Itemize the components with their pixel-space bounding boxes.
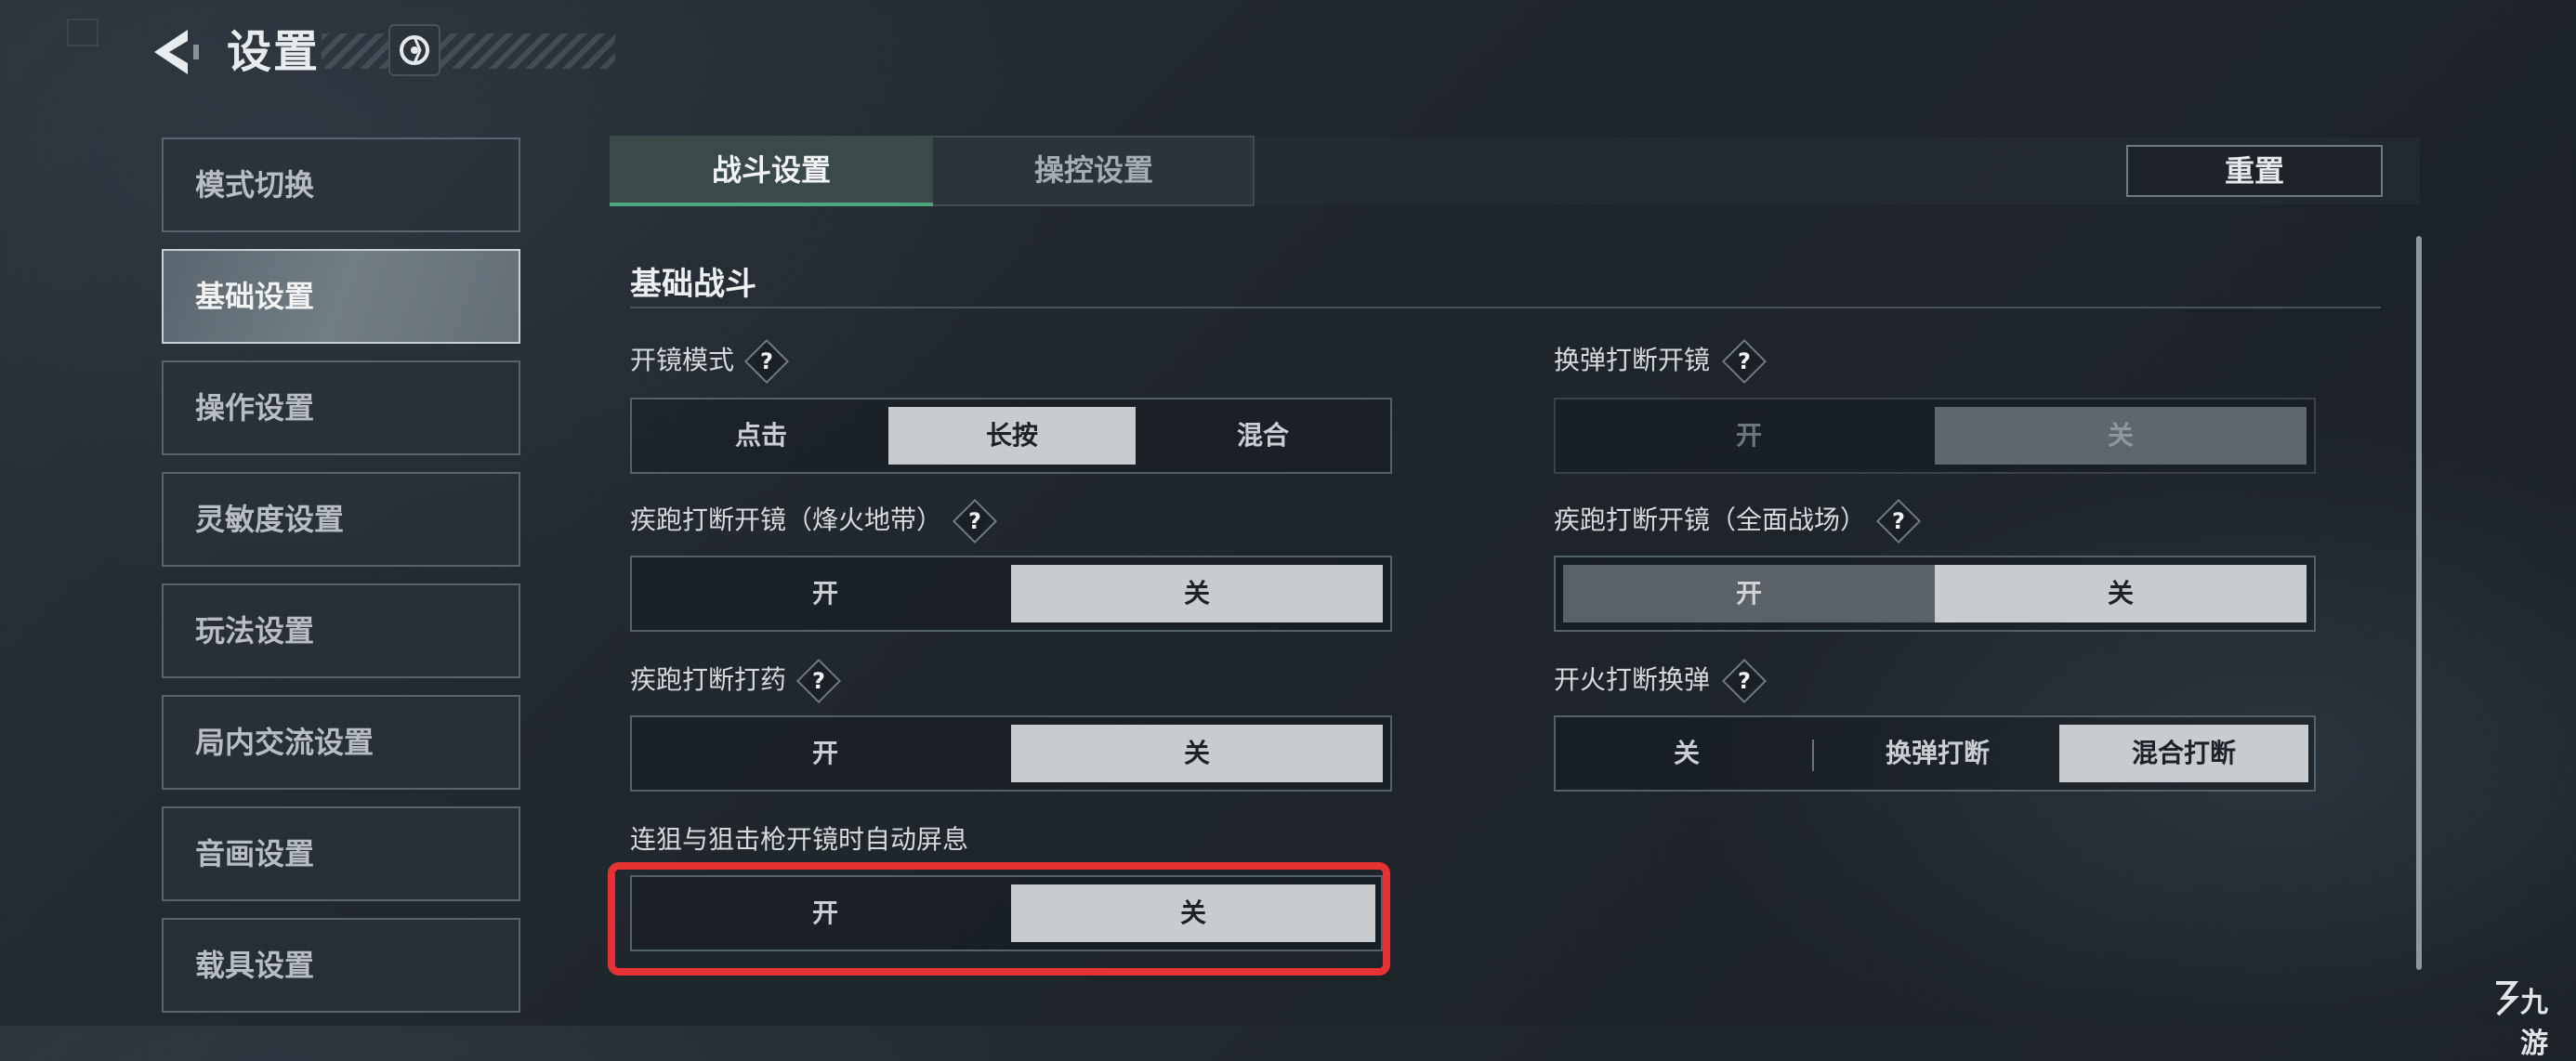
sprint-interrupt-heal-option-off[interactable]: 关 [1011, 725, 1383, 782]
tab-control-settings[interactable]: 操控设置 [933, 136, 1255, 206]
watermark: 九游 [2491, 977, 2565, 1060]
game-logo-icon [388, 24, 440, 76]
reset-button[interactable]: 重置 [2126, 145, 2383, 197]
fire-interrupt-reload-help-icon[interactable]: ? [1721, 658, 1768, 704]
scope-mode-help-icon[interactable]: ? [743, 338, 790, 385]
scope-mode-option-mixed[interactable]: 混合 [1139, 407, 1387, 465]
watermark-logo-icon [2496, 981, 2519, 1016]
sprint-interrupt-scope-beacon-help-icon[interactable]: ? [952, 498, 998, 544]
fire-interrupt-reload-option-mixed-interrupt[interactable]: 混合打断 [2059, 725, 2308, 782]
fire-interrupt-reload-option-off[interactable]: 关 [1563, 725, 1810, 782]
page-title: 设置 [227, 26, 321, 78]
sprint-interrupt-scope-allout-option-on[interactable]: 开 [1563, 565, 1935, 622]
sidebar-item-mode-switch[interactable]: 模式切换 [162, 138, 520, 232]
sidebar-item-gameplay-settings[interactable]: 玩法设置 [162, 583, 520, 678]
fire-interrupt-reload-option-reload-interrupt[interactable]: 换弹打断 [1814, 725, 2061, 782]
scope-mode-option-tap[interactable]: 点击 [637, 407, 885, 465]
reload-interrupt-scope-option-off[interactable]: 关 [1935, 407, 2307, 465]
header-hatch-decoration [322, 33, 615, 69]
sprint-interrupt-scope-beacon-option-on[interactable]: 开 [639, 565, 1011, 622]
sprint-interrupt-scope-beacon-label: 疾跑打断开镜（烽火地带） [630, 504, 943, 535]
sidebar-item-sensitivity-settings[interactable]: 灵敏度设置 [162, 472, 520, 567]
sprint-interrupt-heal-toggle: 开 关 [630, 715, 1392, 792]
scope-mode-label: 开镜模式 [630, 345, 735, 375]
watermark-text: 九游 [2520, 987, 2548, 1060]
window-corner-box [67, 19, 99, 46]
sidebar-item-audio-video-settings[interactable]: 音画设置 [162, 806, 520, 901]
sprint-interrupt-scope-allout-help-icon[interactable]: ? [1875, 498, 1922, 544]
section-title: 基础战斗 [630, 266, 756, 303]
sprint-interrupt-scope-beacon-toggle: 开 关 [630, 556, 1392, 632]
sprint-interrupt-scope-beacon-option-off[interactable]: 关 [1011, 565, 1383, 622]
auto-hold-breath-label: 连狙与狙击枪开镜时自动屏息 [630, 824, 969, 855]
reload-interrupt-scope-label: 换弹打断开镜 [1554, 345, 1711, 375]
sprint-interrupt-heal-help-icon[interactable]: ? [795, 658, 842, 704]
scrollbar[interactable] [2416, 236, 2422, 970]
sprint-interrupt-heal-label: 疾跑打断打药 [630, 664, 787, 695]
sidebar-item-operation-settings[interactable]: 操作设置 [162, 360, 520, 455]
back-arrow-icon[interactable] [149, 26, 204, 78]
section-divider [630, 307, 2381, 308]
red-highlight-annotation [608, 862, 1390, 976]
sprint-interrupt-scope-allout-option-off[interactable]: 关 [1935, 565, 2307, 622]
sprint-interrupt-scope-allout-label: 疾跑打断开镜（全面战场） [1554, 504, 1867, 535]
sidebar-item-vehicle-settings[interactable]: 载具设置 [162, 918, 520, 1013]
scope-mode-selector: 点击 长按 混合 [630, 398, 1392, 474]
sidebar-item-in-match-communication[interactable]: 局内交流设置 [162, 695, 520, 790]
tab-combat-settings[interactable]: 战斗设置 [610, 136, 933, 206]
sidebar-item-basic-settings[interactable]: 基础设置 [162, 249, 520, 344]
sprint-interrupt-heal-option-on[interactable]: 开 [639, 725, 1011, 782]
fire-interrupt-reload-selector: 关 换弹打断 混合打断 [1554, 715, 2316, 792]
fire-interrupt-reload-label: 开火打断换弹 [1554, 664, 1711, 695]
reload-interrupt-scope-help-icon[interactable]: ? [1721, 338, 1768, 385]
sprint-interrupt-scope-allout-toggle: 开 关 [1554, 556, 2316, 632]
reload-interrupt-scope-toggle: 开 关 [1554, 398, 2316, 474]
scope-mode-option-hold[interactable]: 长按 [888, 407, 1136, 465]
reload-interrupt-scope-option-on[interactable]: 开 [1563, 407, 1935, 465]
